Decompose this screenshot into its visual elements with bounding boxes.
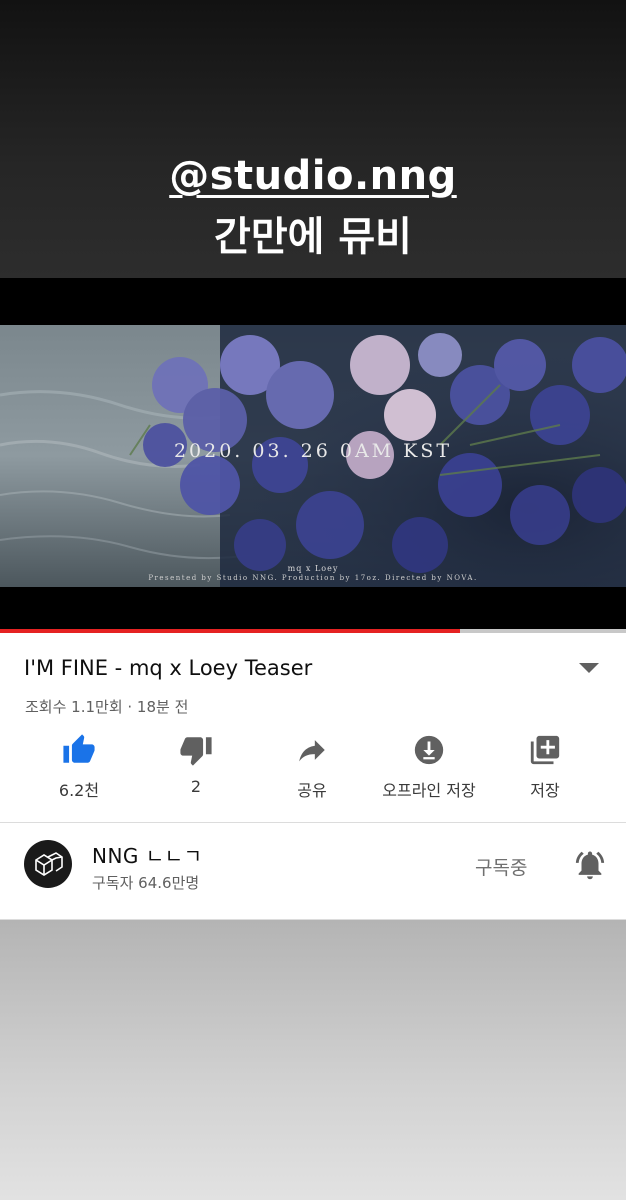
channel-avatar[interactable] <box>24 840 72 888</box>
playlist-add-icon <box>530 735 560 765</box>
channel-logo-icon <box>35 852 63 876</box>
download-icon <box>414 735 444 765</box>
story-caption-text: 간만에 뮤비 <box>214 214 412 260</box>
dislike-count: 2 <box>190 777 202 796</box>
video-date-overlay: 2020. 03. 26 0AM KST <box>173 440 453 462</box>
video-title[interactable]: I'M FINE - mq x Loey Teaser <box>24 656 312 680</box>
share-label: 공유 <box>297 781 327 800</box>
video-credit-title: mq x Loey <box>287 564 339 573</box>
thumbs-down-icon <box>180 737 212 766</box>
like-count: 6.2천 <box>58 781 100 800</box>
like-button[interactable]: 6.2천 <box>14 733 144 801</box>
save-label: 저장 <box>530 781 560 800</box>
thumbs-up-icon <box>63 734 95 763</box>
notification-bell-button[interactable] <box>573 847 607 887</box>
story-caption: @studio.nng 간만에 뮤비 <box>0 150 626 264</box>
share-button[interactable]: 공유 <box>247 733 377 801</box>
download-label: 오프라인 저장 <box>382 781 476 800</box>
expand-description-icon[interactable] <box>579 663 599 673</box>
channel-subscribers: 구독자 64.6만명 <box>92 874 200 892</box>
share-icon <box>299 740 325 762</box>
divider <box>0 822 626 823</box>
video-info-panel: I'M FINE - mq x Loey Teaser 조회수 1.1만회 · … <box>0 633 626 920</box>
save-button[interactable]: 저장 <box>480 733 610 801</box>
story-mention[interactable]: @studio.nng <box>0 150 626 202</box>
dislike-button[interactable]: 2 <box>131 733 261 796</box>
download-button[interactable]: 오프라인 저장 <box>364 733 494 801</box>
video-credit-line: Presented by Studio NNG. Production by 1… <box>148 574 478 582</box>
action-bar: 6.2천 2 공유 오프라인 저장 저장 <box>0 733 626 813</box>
channel-name[interactable]: NNG ㄴㄴㄱ <box>92 840 202 869</box>
story-bottom-background <box>0 920 626 1200</box>
video-meta: 조회수 1.1만회 · 18분 전 <box>25 698 189 716</box>
bell-ringing-icon <box>575 851 605 880</box>
instagram-story: @studio.nng 간만에 뮤비 2020. 03. 26 0AM KST … <box>0 0 626 1200</box>
subscribed-button[interactable]: 구독중 <box>475 853 527 880</box>
